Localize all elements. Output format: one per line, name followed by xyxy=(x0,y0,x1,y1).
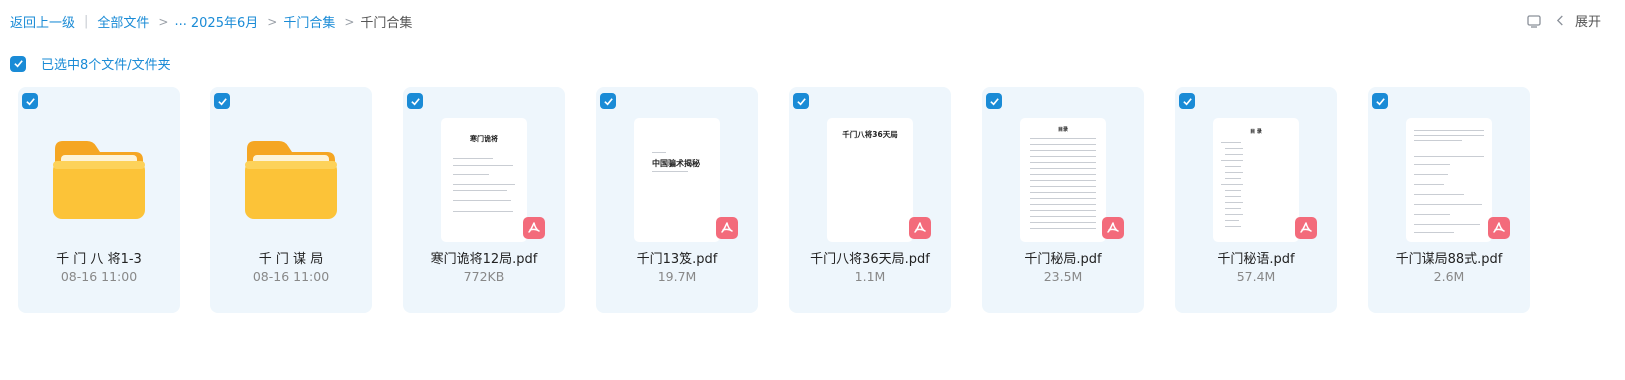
breadcrumb-ellipsis[interactable]: ... xyxy=(174,14,186,29)
file-meta: 08-16 11:00 xyxy=(252,269,330,284)
check-icon xyxy=(13,60,23,68)
monitor-icon[interactable] xyxy=(1526,13,1542,29)
check-icon xyxy=(603,97,613,105)
expand-label: 展开 xyxy=(1574,15,1601,30)
file-checkbox[interactable] xyxy=(1372,93,1388,109)
breadcrumb-current: 千门合集 xyxy=(360,16,413,31)
file-card[interactable]: 千门谋局88式.pdf 2.6M xyxy=(1368,87,1530,313)
pdf-icon xyxy=(1295,217,1317,239)
pdf-thumbnail: 目录 xyxy=(1020,118,1106,242)
breadcrumb-divider: | xyxy=(84,14,89,29)
breadcrumb-separator-icon: > xyxy=(158,14,169,29)
folder-icon xyxy=(53,141,145,219)
file-meta: 1.1M xyxy=(854,269,886,284)
file-checkbox[interactable] xyxy=(793,93,809,109)
check-icon xyxy=(25,97,35,105)
file-name: 千门13笈.pdf xyxy=(636,252,718,267)
file-checkbox[interactable] xyxy=(22,93,38,109)
file-name: 千 门 谋 局 xyxy=(258,252,324,267)
pdf-icon xyxy=(1488,217,1510,239)
select-all-checkbox[interactable] xyxy=(10,55,26,72)
file-checkbox[interactable] xyxy=(1179,93,1195,109)
check-icon xyxy=(1375,97,1385,105)
breadcrumb-month[interactable]: 2025年6月 xyxy=(191,12,258,31)
top-right-controls: 展开 xyxy=(1526,11,1601,30)
check-icon xyxy=(989,97,999,105)
thumbnail-title: 目录 xyxy=(1057,127,1068,133)
pdf-icon xyxy=(523,217,545,239)
check-icon xyxy=(796,97,806,105)
file-meta: 2.6M xyxy=(1433,269,1465,284)
thumbnail-title: 目 录 xyxy=(1250,129,1262,135)
breadcrumb-separator-icon: > xyxy=(267,14,278,29)
thumbnail-title: 千门八将36天局 xyxy=(842,130,898,139)
breadcrumb-parent[interactable]: 千门合集 xyxy=(283,12,335,31)
pdf-icon xyxy=(1102,217,1124,239)
pdf-thumbnail: 千门八将36天局 xyxy=(827,118,913,242)
pdf-thumbnail: 目 录 xyxy=(1213,118,1299,242)
file-checkbox[interactable] xyxy=(600,93,616,109)
expand-button[interactable]: 展开 xyxy=(1556,11,1601,30)
file-card[interactable]: 千门八将36天局 千门八将36天局.pdf 1.1M xyxy=(789,87,951,313)
file-name: 千门秘语.pdf xyxy=(1217,252,1295,267)
file-meta: 57.4M xyxy=(1236,269,1276,284)
pdf-thumbnail xyxy=(1406,118,1492,242)
file-meta: 19.7M xyxy=(657,269,697,284)
check-icon xyxy=(410,97,420,105)
top-bar: 返回上一级 | 全部文件 > ... 2025年6月 > 千门合集 > 千门合集… xyxy=(0,0,1625,42)
file-card[interactable]: 目 录 千门秘语.pdf 57.4M xyxy=(1175,87,1337,313)
pdf-thumbnail: 中国骗术揭秘 xyxy=(634,118,720,242)
file-meta: 772KB xyxy=(463,269,505,284)
file-checkbox[interactable] xyxy=(986,93,1002,109)
thumbnail-title: 寒门诡将 xyxy=(470,135,498,143)
file-name: 千 门 八 将1-3 xyxy=(56,252,142,267)
selection-bar: 已选中8个文件/文件夹 xyxy=(10,54,171,73)
file-checkbox[interactable] xyxy=(407,93,423,109)
check-icon xyxy=(217,97,227,105)
file-meta: 08-16 11:00 xyxy=(60,269,138,284)
folder-icon xyxy=(245,141,337,219)
back-link[interactable]: 返回上一级 xyxy=(10,12,75,31)
file-meta: 23.5M xyxy=(1043,269,1083,284)
file-card[interactable]: 中国骗术揭秘 千门13笈.pdf 19.7M xyxy=(596,87,758,313)
breadcrumb-separator-icon: > xyxy=(344,14,355,29)
selection-count: 已选中8个文件/文件夹 xyxy=(41,58,171,73)
file-card[interactable]: 千 门 谋 局 08-16 11:00 xyxy=(210,87,372,313)
file-name: 千门八将36天局.pdf xyxy=(810,252,930,267)
thumbnail-title: 中国骗术揭秘 xyxy=(652,159,700,168)
file-card[interactable]: 寒门诡将 寒门诡将12局.pdf 772KB xyxy=(403,87,565,313)
pdf-thumbnail: 寒门诡将 xyxy=(441,118,527,242)
file-name: 千门谋局88式.pdf xyxy=(1395,252,1503,267)
file-name: 寒门诡将12局.pdf xyxy=(430,252,538,267)
breadcrumb: 返回上一级 | 全部文件 > ... 2025年6月 > 千门合集 > 千门合集 xyxy=(10,12,412,31)
check-icon xyxy=(1182,97,1192,105)
file-card[interactable]: 千 门 八 将1-3 08-16 11:00 xyxy=(18,87,180,313)
file-name: 千门秘局.pdf xyxy=(1024,252,1102,267)
pdf-icon xyxy=(716,217,738,239)
chevron-left-icon xyxy=(1556,15,1563,26)
file-checkbox[interactable] xyxy=(214,93,230,109)
file-card[interactable]: 目录 千门秘局.pdf 23.5M xyxy=(982,87,1144,313)
pdf-icon xyxy=(909,217,931,239)
breadcrumb-all-files[interactable]: 全部文件 xyxy=(97,12,149,31)
